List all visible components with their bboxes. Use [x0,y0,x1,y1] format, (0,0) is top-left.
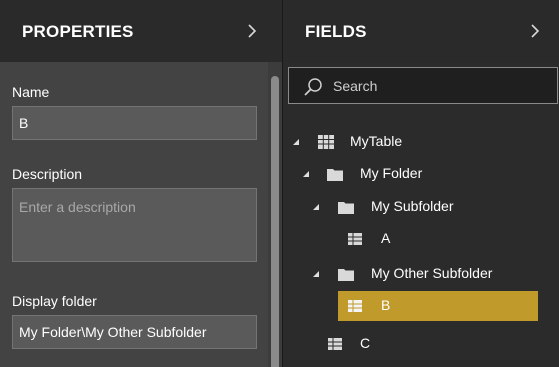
tree-item-my-folder[interactable]: My Folder [283,158,559,190]
field-icon [348,233,362,245]
fields-title: FIELDS [305,22,367,41]
expanded-triangle-icon[interactable] [311,269,321,279]
tree-item-mytable[interactable]: MyTable [283,126,559,158]
tree-item-label: My Subfolder [371,198,454,214]
folder-icon [338,202,354,214]
display-folder-field[interactable] [12,315,257,349]
search-icon [304,78,322,96]
description-field[interactable] [12,188,257,262]
tree-item-my-subfolder[interactable]: My Subfolder [283,191,559,223]
tree-item-label: My Folder [360,165,423,181]
search-box[interactable] [288,67,558,104]
tree-item-field-b[interactable]: B [283,290,559,322]
table-icon [318,135,334,149]
tree-item-label: My Other Subfolder [371,265,493,281]
folder-icon [327,169,343,181]
tree-item-label: C [360,335,371,351]
folder-icon [338,269,354,281]
field-icon [328,338,342,350]
fields-pane: FIELDS MyTab [282,0,559,367]
scrollbar-thumb[interactable] [271,76,279,367]
properties-title: PROPERTIES [22,22,134,41]
chevron-right-icon[interactable] [245,22,259,40]
tree-item-label: A [381,230,391,246]
display-folder-label: Display folder [12,293,97,309]
tree-item-my-other-subfolder[interactable]: My Other Subfolder [283,258,559,290]
tree-item-field-c[interactable]: C [283,328,559,360]
description-label: Description [12,166,83,182]
app-root: PROPERTIES Name Description Display fold… [0,0,559,367]
expanded-triangle-icon[interactable] [311,202,321,212]
expanded-triangle-icon[interactable] [291,137,301,147]
expanded-triangle-icon[interactable] [301,169,311,179]
tree-item-label: B [381,297,391,313]
name-label: Name [12,84,50,100]
tree-item-field-a[interactable]: A [283,223,559,255]
name-field[interactable] [12,106,257,140]
fields-header: FIELDS [283,0,559,62]
properties-header: PROPERTIES [0,0,282,62]
chevron-right-icon[interactable] [528,22,542,40]
properties-scrollbar[interactable] [268,62,282,367]
tree-item-label: MyTable [350,133,403,149]
properties-pane: PROPERTIES Name Description Display fold… [0,0,282,367]
field-icon [348,300,362,312]
search-input[interactable] [333,74,548,98]
